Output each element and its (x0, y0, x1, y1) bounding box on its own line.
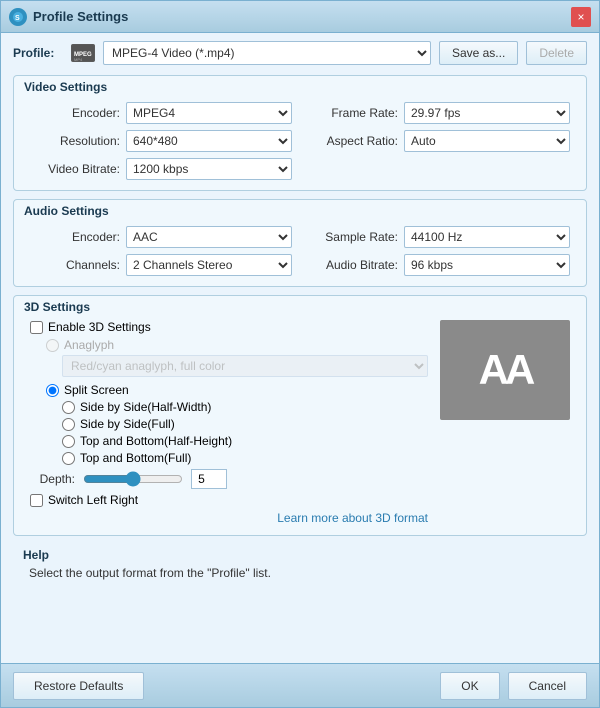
title-bar: S Profile Settings × (1, 1, 599, 33)
sample-rate-field: Sample Rate: 44100 Hz (308, 226, 570, 248)
audio-bitrate-label: Audio Bitrate: (308, 258, 398, 272)
anaglyph-type-select[interactable]: Red/cyan anaglyph, full color (62, 355, 428, 377)
video-bitrate-label: Video Bitrate: (30, 162, 120, 176)
switch-left-right-row: Switch Left Right (30, 493, 428, 507)
3d-settings-left: Enable 3D Settings Anaglyph Red/cyan ana… (30, 320, 428, 525)
video-settings-section: Video Settings Encoder: MPEG4 Frame Rate… (13, 75, 587, 191)
channels-select[interactable]: 2 Channels Stereo (126, 254, 292, 276)
ok-button[interactable]: OK (440, 672, 499, 700)
audio-settings-section: Audio Settings Encoder: AAC Sample Rate:… (13, 199, 587, 287)
side-by-side-full-radio[interactable] (62, 418, 75, 431)
top-bottom-half-row: Top and Bottom(Half-Height) (30, 434, 428, 448)
anaglyph-dropdown-row: Red/cyan anaglyph, full color (30, 355, 428, 377)
frame-rate-label: Frame Rate: (308, 106, 398, 120)
window-icon: S (9, 8, 27, 26)
frame-rate-field: Frame Rate: 29.97 fps (308, 102, 570, 124)
video-bitrate-field: Video Bitrate: 1200 kbps (30, 158, 292, 180)
svg-text:MP4: MP4 (74, 57, 83, 61)
encoder-select[interactable]: MPEG4 (126, 102, 292, 124)
aspect-ratio-field: Aspect Ratio: Auto (308, 130, 570, 152)
depth-label: Depth: (30, 472, 75, 486)
footer-actions: OK Cancel (440, 672, 587, 700)
window-title: Profile Settings (33, 9, 571, 24)
aspect-ratio-select[interactable]: Auto (404, 130, 570, 152)
audio-bitrate-select[interactable]: 96 kbps (404, 254, 570, 276)
3d-settings-right: AA (440, 320, 570, 525)
svg-text:S: S (15, 15, 20, 22)
main-content: Profile: MPEG MP4 MPEG-4 Video (*.mp4) S… (1, 33, 599, 663)
top-bottom-full-radio[interactable] (62, 452, 75, 465)
split-screen-label[interactable]: Split Screen (64, 383, 129, 397)
cancel-button[interactable]: Cancel (508, 672, 587, 700)
encoder-label: Encoder: (30, 106, 120, 120)
resolution-field: Resolution: 640*480 (30, 130, 292, 152)
top-bottom-full-row: Top and Bottom(Full) (30, 451, 428, 465)
audio-settings-body: Encoder: AAC Sample Rate: 44100 Hz Chann… (14, 220, 586, 286)
side-by-side-half-radio[interactable] (62, 401, 75, 414)
video-settings-grid: Encoder: MPEG4 Frame Rate: 29.97 fps Res… (30, 102, 570, 180)
anaglyph-label[interactable]: Anaglyph (64, 338, 114, 352)
3d-settings-body: Enable 3D Settings Anaglyph Red/cyan ana… (14, 316, 586, 535)
learn-more-link[interactable]: Learn more about 3D format (277, 511, 428, 525)
enable-3d-row: Enable 3D Settings (30, 320, 428, 334)
channels-field: Channels: 2 Channels Stereo (30, 254, 292, 276)
save-as-button[interactable]: Save as... (439, 41, 518, 65)
footer: Restore Defaults OK Cancel (1, 663, 599, 707)
profile-label: Profile: (13, 46, 63, 60)
audio-settings-title: Audio Settings (14, 200, 586, 220)
profile-row: Profile: MPEG MP4 MPEG-4 Video (*.mp4) S… (13, 41, 587, 65)
audio-encoder-select[interactable]: AAC (126, 226, 292, 248)
sample-rate-label: Sample Rate: (308, 230, 398, 244)
help-text: Select the output format from the "Profi… (13, 564, 587, 588)
audio-bitrate-field: Audio Bitrate: 96 kbps (308, 254, 570, 276)
delete-button[interactable]: Delete (526, 41, 587, 65)
top-bottom-full-label[interactable]: Top and Bottom(Full) (80, 451, 191, 465)
learn-more-row: Learn more about 3D format (30, 511, 428, 525)
split-screen-row: Split Screen (30, 383, 428, 397)
resolution-label: Resolution: (30, 134, 120, 148)
video-settings-title: Video Settings (14, 76, 586, 96)
resolution-select[interactable]: 640*480 (126, 130, 292, 152)
side-by-side-half-label[interactable]: Side by Side(Half-Width) (80, 400, 211, 414)
depth-value-input[interactable] (191, 469, 227, 489)
frame-rate-select[interactable]: 29.97 fps (404, 102, 570, 124)
profile-select[interactable]: MPEG-4 Video (*.mp4) (103, 41, 431, 65)
enable-3d-label[interactable]: Enable 3D Settings (48, 320, 151, 334)
3d-settings-section: 3D Settings Enable 3D Settings Anaglyph … (13, 295, 587, 536)
channels-label: Channels: (30, 258, 120, 272)
aspect-ratio-label: Aspect Ratio: (308, 134, 398, 148)
profile-settings-window: S Profile Settings × Profile: MPEG MP4 M… (0, 0, 600, 708)
switch-left-right-checkbox[interactable] (30, 494, 43, 507)
side-by-side-full-row: Side by Side(Full) (30, 417, 428, 431)
close-button[interactable]: × (571, 7, 591, 27)
help-section: Help Select the output format from the "… (13, 544, 587, 588)
sample-rate-select[interactable]: 44100 Hz (404, 226, 570, 248)
encoder-field: Encoder: MPEG4 (30, 102, 292, 124)
anaglyph-radio[interactable] (46, 339, 59, 352)
profile-format-icon: MPEG MP4 (71, 44, 95, 62)
video-settings-body: Encoder: MPEG4 Frame Rate: 29.97 fps Res… (14, 96, 586, 190)
help-title: Help (13, 544, 587, 564)
switch-left-right-label[interactable]: Switch Left Right (48, 493, 138, 507)
3d-settings-title: 3D Settings (14, 296, 586, 316)
aa-preview-text: AA (479, 346, 532, 394)
depth-slider[interactable] (83, 471, 183, 487)
top-bottom-half-label[interactable]: Top and Bottom(Half-Height) (80, 434, 232, 448)
anaglyph-row: Anaglyph (30, 338, 428, 352)
split-screen-radio[interactable] (46, 384, 59, 397)
side-by-side-full-label[interactable]: Side by Side(Full) (80, 417, 175, 431)
aa-preview: AA (440, 320, 570, 420)
depth-row: Depth: (30, 469, 428, 489)
restore-defaults-button[interactable]: Restore Defaults (13, 672, 144, 700)
audio-encoder-label: Encoder: (30, 230, 120, 244)
video-bitrate-select[interactable]: 1200 kbps (126, 158, 292, 180)
spacer (13, 596, 587, 655)
audio-settings-grid: Encoder: AAC Sample Rate: 44100 Hz Chann… (30, 226, 570, 276)
side-by-side-half-row: Side by Side(Half-Width) (30, 400, 428, 414)
top-bottom-half-radio[interactable] (62, 435, 75, 448)
enable-3d-checkbox[interactable] (30, 321, 43, 334)
audio-encoder-field: Encoder: AAC (30, 226, 292, 248)
